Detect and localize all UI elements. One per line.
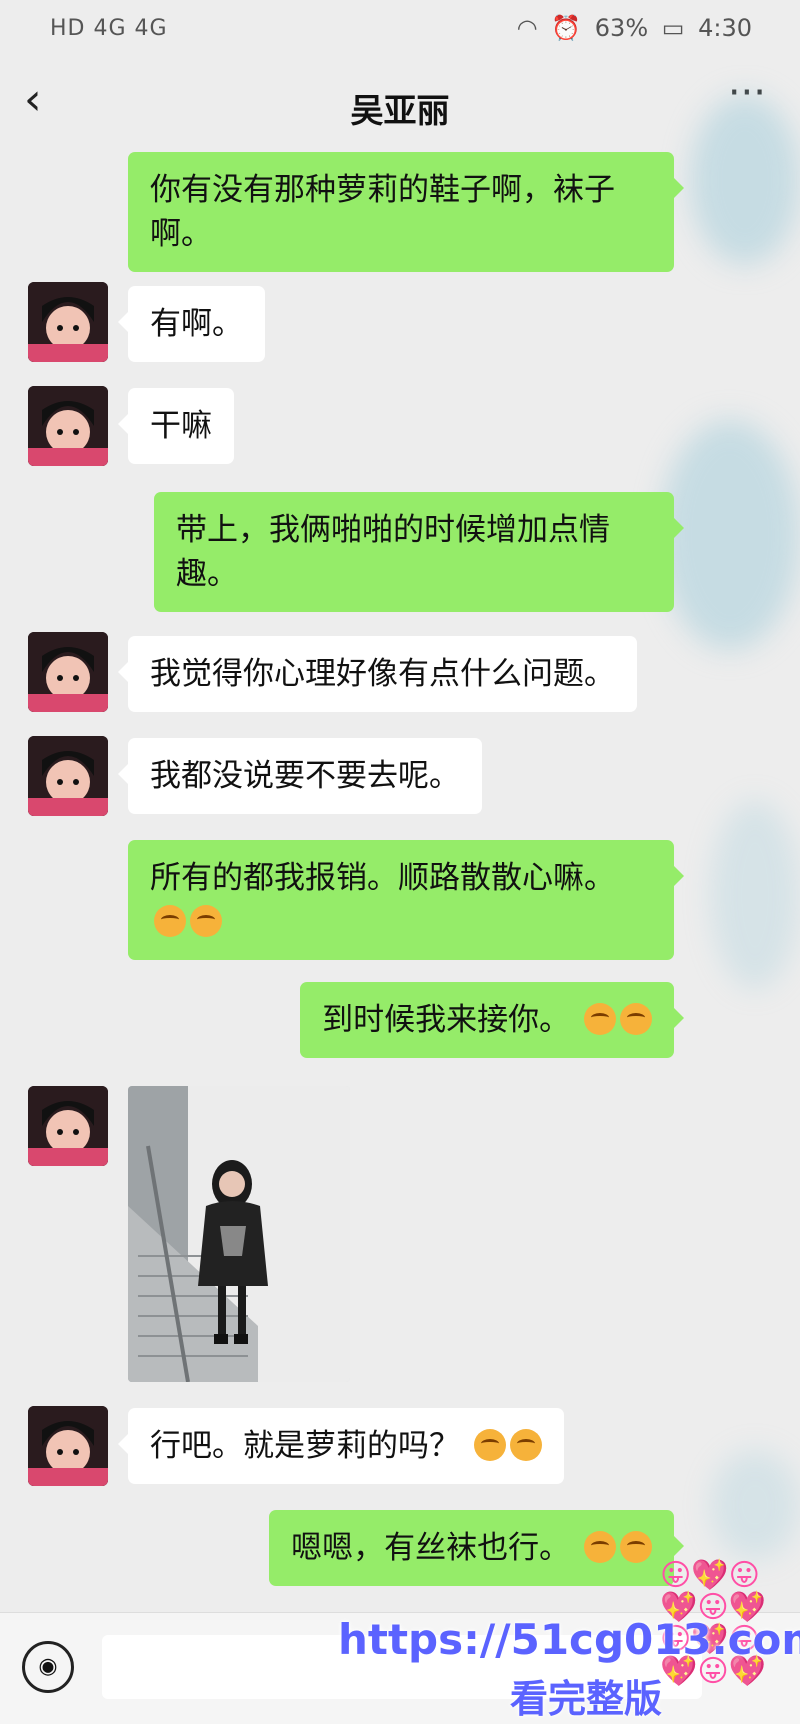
avatar[interactable] xyxy=(28,736,108,816)
signal-icons: HD 4G 4G xyxy=(50,16,168,41)
avatar[interactable] xyxy=(28,386,108,466)
emoji-icon xyxy=(584,1003,616,1035)
avatar[interactable] xyxy=(28,1086,108,1166)
emoji-icon xyxy=(473,1429,506,1461)
decorative-wash xyxy=(710,1450,800,1560)
message-text: 带上，我俩啪啪的时候增加点情趣。 xyxy=(176,512,610,592)
message-text: 我觉得你心理好像有点什么问题。 xyxy=(150,656,615,692)
message-bubble-incoming[interactable]: 我都没说要不要去呢。 xyxy=(118,738,482,814)
battery-level: 63% xyxy=(594,14,649,42)
message-text: 有啊。 xyxy=(150,306,243,342)
emoji-icon xyxy=(620,1003,652,1035)
chat-title: 吴亚丽 xyxy=(350,91,450,130)
message-text: 你有没有那种萝莉的鞋子啊，袜子啊。 xyxy=(150,172,615,252)
emoji-icon xyxy=(620,1531,652,1563)
clock: 4:30 xyxy=(698,14,752,42)
message-text: 所有的都我报销。顺路散散心嘛。 xyxy=(150,860,615,896)
emoji-icon xyxy=(154,905,186,937)
emoji-icon xyxy=(509,1429,542,1461)
emoji-icon xyxy=(584,1531,616,1563)
emoji-icon xyxy=(190,905,222,937)
message-bubble-incoming[interactable]: 有啊。 xyxy=(118,286,265,362)
battery-icon: ▭ xyxy=(661,14,685,42)
watermark-url: https://51cg013.com xyxy=(338,1615,800,1664)
message-text: 我都没说要不要去呢。 xyxy=(150,758,460,794)
avatar[interactable] xyxy=(28,282,108,362)
decorative-wash xyxy=(690,95,800,265)
headphone-icon: ◠ xyxy=(516,14,538,42)
chat-header: ‹ 吴亚丽 ··· xyxy=(0,60,800,152)
message-bubble-outgoing[interactable]: 嗯嗯，有丝袜也行。 xyxy=(269,1510,684,1586)
message-bubble-outgoing[interactable]: 所有的都我报销。顺路散散心嘛。 xyxy=(128,840,684,960)
message-bubble-incoming[interactable]: 我觉得你心理好像有点什么问题。 xyxy=(118,636,637,712)
message-text: 到时候我来接你。 xyxy=(322,1002,571,1038)
avatar[interactable] xyxy=(28,632,108,712)
message-text: 干嘛 xyxy=(150,408,212,444)
status-bar: HD 4G 4G ◠ ⏰ 63% ▭ 4:30 xyxy=(0,0,800,60)
message-bubble-outgoing[interactable]: 到时候我来接你。 xyxy=(300,982,684,1058)
decorative-wash xyxy=(710,800,800,990)
message-bubble-outgoing[interactable]: 带上，我俩啪啪的时候增加点情趣。 xyxy=(154,492,684,612)
message-bubble-incoming[interactable]: 干嘛 xyxy=(118,388,234,464)
message-bubble-outgoing[interactable]: 你有没有那种萝莉的鞋子啊，袜子啊。 xyxy=(128,152,684,272)
photo-message[interactable] xyxy=(128,1086,350,1382)
voice-icon[interactable]: ◉ xyxy=(22,1641,74,1693)
avatar[interactable] xyxy=(28,1406,108,1486)
message-text: 嗯嗯，有丝袜也行。 xyxy=(291,1530,571,1566)
alarm-icon: ⏰ xyxy=(551,14,582,42)
watermark-cta: 看完整版 xyxy=(510,1677,663,1721)
status-right: ◠ ⏰ 63% ▭ 4:30 xyxy=(511,14,752,42)
message-bubble-incoming[interactable]: 行吧。就是萝莉的吗？ xyxy=(118,1408,564,1484)
message-text: 行吧。就是萝莉的吗？ xyxy=(150,1428,460,1464)
